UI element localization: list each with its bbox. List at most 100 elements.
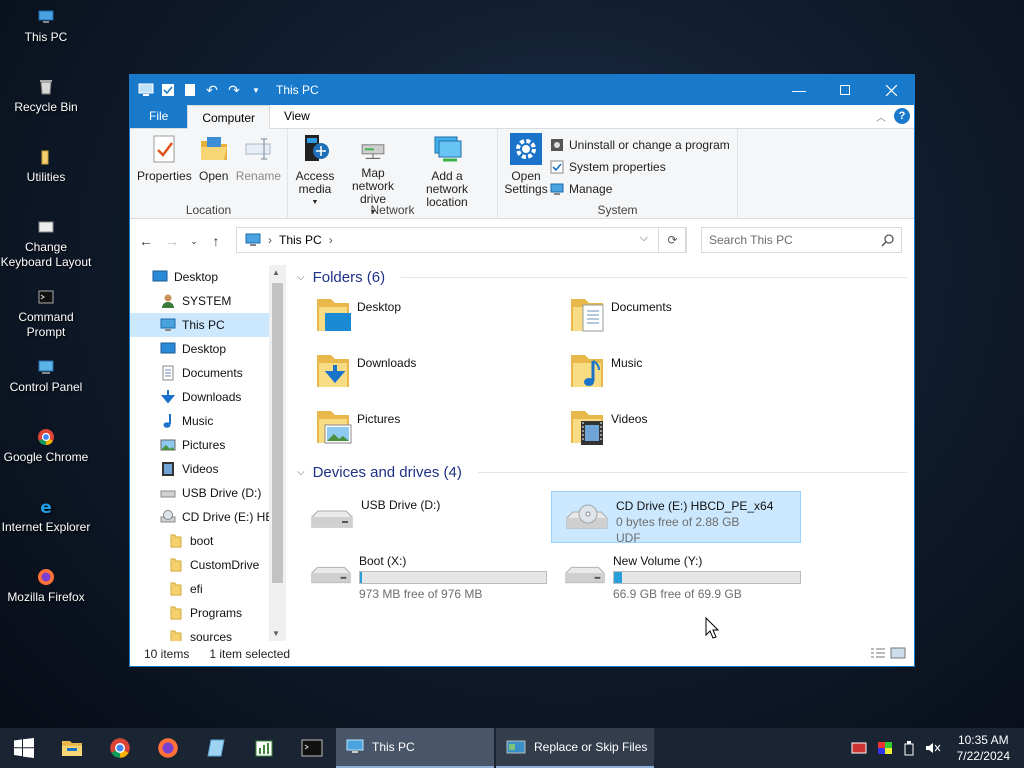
- clock[interactable]: 10:35 AM 7/22/2024: [957, 732, 1010, 764]
- nav-item[interactable]: Programs: [130, 601, 285, 625]
- nav-item[interactable]: CustomDrive: [130, 553, 285, 577]
- ribbon-group-network: Access media ▼ Map network drive ▼ Add a n…: [288, 129, 498, 219]
- minimize-button[interactable]: —: [776, 75, 822, 105]
- refresh-button[interactable]: ⟳: [658, 227, 687, 253]
- address-bar[interactable]: › This PC › ⌵: [236, 227, 686, 253]
- close-button[interactable]: [868, 75, 914, 105]
- folder-pictures[interactable]: Pictures: [293, 405, 543, 455]
- display-icon[interactable]: [877, 741, 893, 755]
- folders-header[interactable]: ⌵ Folders (6): [297, 267, 907, 287]
- taskbar-task-this-pc[interactable]: This PC: [336, 728, 494, 768]
- search-input[interactable]: Search This PC: [709, 233, 793, 247]
- view-buttons: [870, 647, 906, 659]
- new-folder-qa-icon[interactable]: [182, 82, 198, 98]
- taskbar-app-glass[interactable]: [192, 728, 240, 768]
- customize-qa-icon[interactable]: ▼: [248, 82, 264, 98]
- nav-item[interactable]: USB Drive (D:): [130, 481, 285, 505]
- desktop-icon-firefox[interactable]: Mozilla Firefox: [0, 568, 92, 605]
- up-button[interactable]: ↑: [206, 231, 226, 251]
- nav-item-label: Documents: [182, 366, 243, 380]
- help-icon[interactable]: ?: [894, 108, 910, 124]
- large-icons-view-icon[interactable]: [890, 647, 906, 659]
- drive-boot-x[interactable]: Boot (X:) 973 MB free of 976 MB: [297, 547, 547, 601]
- drives-header[interactable]: ⌵ Devices and drives (4): [297, 462, 907, 482]
- breadcrumb-chevron-icon[interactable]: ›: [329, 233, 333, 247]
- back-button[interactable]: ←: [136, 231, 156, 251]
- taskbar-app-chart[interactable]: [240, 728, 288, 768]
- tab-computer[interactable]: Computer: [187, 105, 271, 129]
- tab-view[interactable]: View: [270, 104, 324, 128]
- desktop-icon-command-prompt[interactable]: Command Prompt: [0, 288, 92, 340]
- collapse-chevron-icon[interactable]: ⌵: [297, 467, 305, 478]
- nav-item[interactable]: This PC: [130, 313, 285, 337]
- drive-cd-e[interactable]: CD Drive (E:) HBCD_PE_x64 0 bytes free o…: [551, 491, 801, 545]
- scroll-up-icon[interactable]: ▲: [272, 268, 280, 277]
- desktop-icon-internet-explorer[interactable]: e Internet Explorer: [0, 498, 92, 535]
- nav-item[interactable]: CD Drive (E:) HBCD_PE_x64: [130, 505, 285, 529]
- this-pc-icon: [346, 739, 364, 753]
- folder-icon: [170, 558, 182, 572]
- nav-item-label: Desktop: [174, 270, 219, 284]
- file-explorer-icon: [62, 741, 82, 756]
- properties-icon: [153, 135, 175, 163]
- nav-item[interactable]: Music: [130, 409, 285, 433]
- nav-item[interactable]: Desktop: [130, 337, 285, 361]
- folder-downloads[interactable]: Downloads: [293, 349, 543, 399]
- collapse-chevron-icon[interactable]: ⌵: [297, 272, 305, 283]
- taskbar-firefox[interactable]: [144, 728, 192, 768]
- maximize-button[interactable]: [822, 75, 868, 105]
- nav-item[interactable]: Desktop: [130, 265, 285, 289]
- group-label-network: Network: [370, 203, 415, 217]
- uninstall-program-button[interactable]: Uninstall or change a program: [550, 135, 730, 154]
- redo-icon[interactable]: ↷: [226, 82, 242, 98]
- desktop-icon-chrome[interactable]: Google Chrome: [0, 428, 92, 465]
- desktop-icon-recycle-bin[interactable]: Recycle Bin: [0, 78, 92, 115]
- nav-item[interactable]: efi: [130, 577, 285, 601]
- search-box[interactable]: Search This PC: [701, 227, 902, 253]
- desktop-icon-utilities[interactable]: Utilities: [0, 148, 92, 185]
- folder-desktop[interactable]: Desktop: [293, 293, 543, 343]
- collapse-ribbon-icon[interactable]: ︿: [876, 109, 886, 124]
- nav-item[interactable]: sources: [130, 625, 285, 641]
- taskbar-command-prompt[interactable]: [288, 728, 336, 768]
- address-dropdown-icon[interactable]: ⌵: [640, 232, 648, 245]
- nav-item[interactable]: Documents: [130, 361, 285, 385]
- nav-item-label: Music: [182, 414, 214, 428]
- taskbar-file-explorer[interactable]: [48, 728, 96, 768]
- nav-scrollbar[interactable]: ▲ ▼: [269, 265, 286, 641]
- desktop-icon-control-panel[interactable]: Control Panel: [0, 358, 92, 395]
- volume-muted-icon[interactable]: [925, 741, 941, 755]
- drive-new-volume-y[interactable]: New Volume (Y:) 66.9 GB free of 69.9 GB: [551, 547, 801, 601]
- breadcrumb-this-pc[interactable]: This PC: [279, 233, 322, 247]
- nav-item-label: USB Drive (D:): [182, 486, 262, 500]
- keyboard-layout-icon[interactable]: [851, 741, 867, 755]
- folder-music[interactable]: Music: [547, 349, 797, 399]
- desktop-icon-this-pc[interactable]: This PC: [0, 8, 92, 45]
- nav-item[interactable]: Pictures: [130, 433, 285, 457]
- title-bar[interactable]: ↶ ↷ ▼ This PC —: [130, 75, 914, 105]
- nav-item[interactable]: Downloads: [130, 385, 285, 409]
- taskbar-chrome[interactable]: [96, 728, 144, 768]
- folder-videos[interactable]: Videos: [547, 405, 797, 455]
- nav-item[interactable]: SYSTEM: [130, 289, 285, 313]
- desktop-icon-keyboard-layout[interactable]: Change Keyboard Layout: [0, 218, 92, 270]
- recent-locations-button[interactable]: ⌄: [188, 231, 200, 251]
- properties-qa-icon[interactable]: [160, 82, 176, 98]
- usb-eject-icon[interactable]: [903, 740, 915, 756]
- taskbar-task-replace-files[interactable]: Replace or Skip Files: [496, 728, 654, 768]
- section-divider: [477, 471, 907, 473]
- group-label-system: System: [597, 203, 638, 217]
- undo-icon[interactable]: ↶: [204, 82, 220, 98]
- nav-item[interactable]: boot: [130, 529, 285, 553]
- drive-usb-d[interactable]: USB Drive (D:): [297, 491, 547, 543]
- details-view-icon[interactable]: [870, 647, 886, 659]
- start-button[interactable]: [0, 728, 48, 768]
- scrollbar-thumb[interactable]: [272, 283, 283, 583]
- nav-item[interactable]: Videos: [130, 457, 285, 481]
- folder-documents[interactable]: Documents: [547, 293, 797, 343]
- system-properties-button[interactable]: System properties: [550, 157, 730, 176]
- forward-button[interactable]: →: [162, 231, 182, 251]
- scroll-down-icon[interactable]: ▼: [272, 629, 280, 638]
- manage-button[interactable]: Manage: [550, 179, 730, 198]
- tab-file[interactable]: File: [130, 104, 188, 128]
